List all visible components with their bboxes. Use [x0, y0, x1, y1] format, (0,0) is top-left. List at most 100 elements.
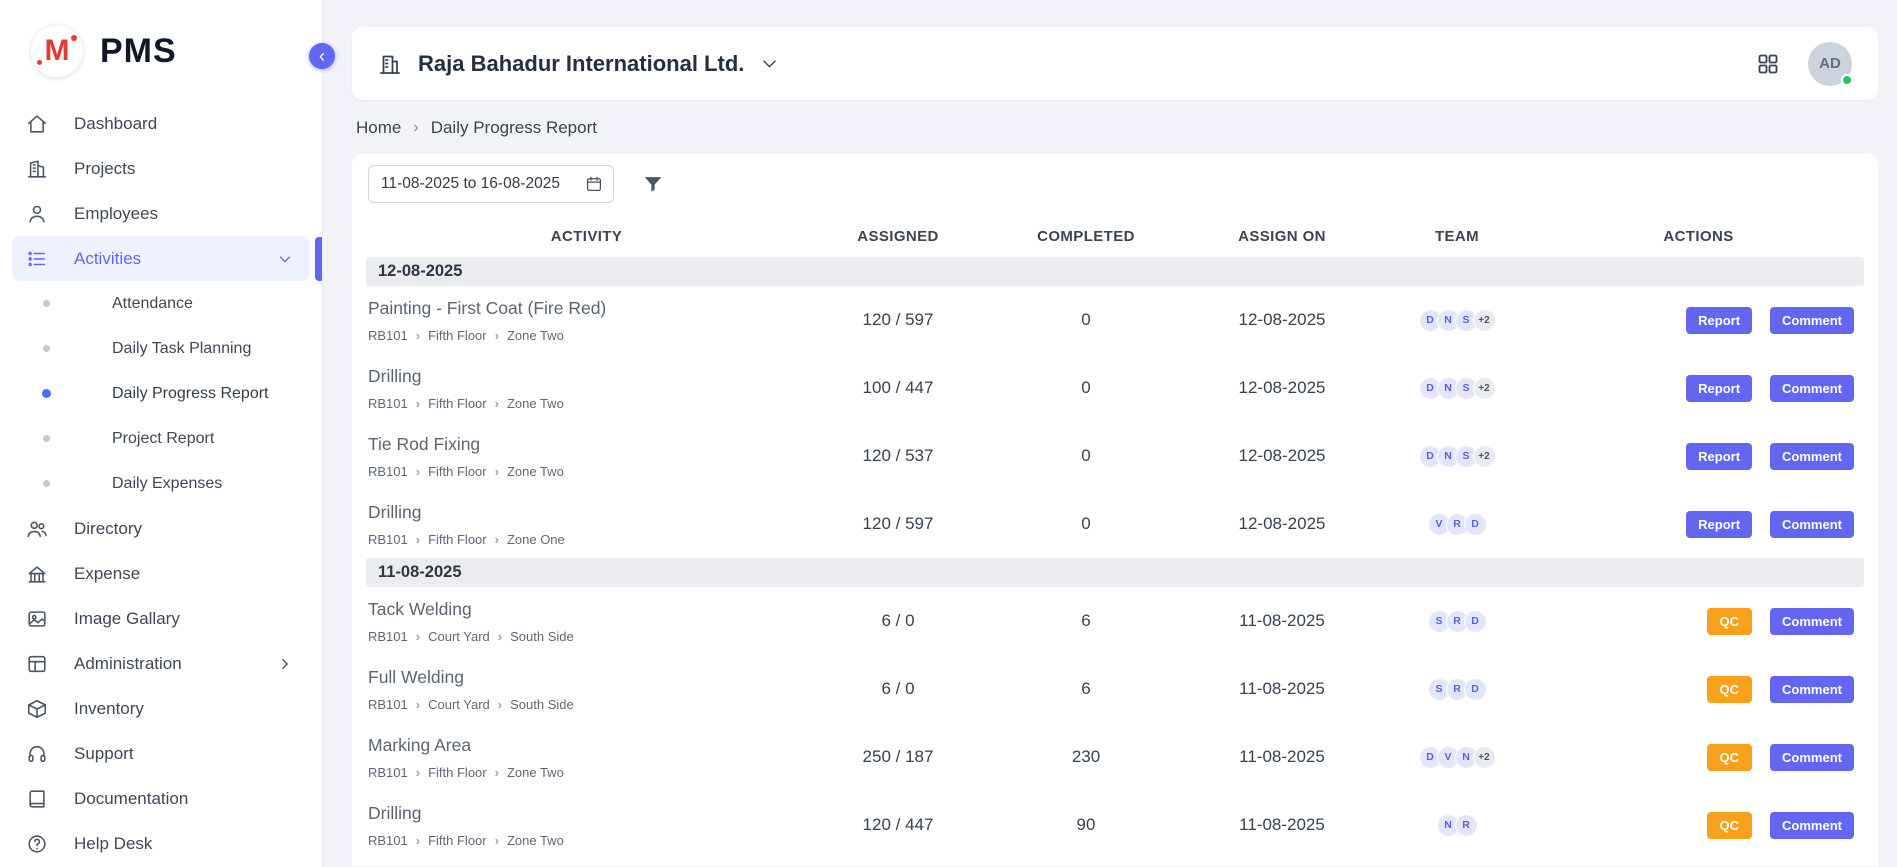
team-avatars: D V N +2 [1381, 746, 1533, 769]
date-group-header: 11-08-2025 [366, 558, 1864, 587]
company-selector[interactable]: Raja Bahadur International Ltd. [378, 51, 779, 77]
table-row: Drilling RB101› Fifth Floor› Zone Two 10… [366, 354, 1864, 422]
row-actions: QC Comment [1533, 608, 1864, 635]
sidebar-item-label: Inventory [74, 699, 144, 719]
path-separator-icon: › [416, 765, 420, 780]
sidebar-subitem-project-report[interactable]: Project Report [12, 416, 310, 461]
path-separator-icon: › [416, 396, 420, 411]
sidebar-item-expense[interactable]: Expense [12, 551, 310, 596]
comment-button[interactable]: Comment [1770, 676, 1854, 703]
sidebar-menu: Dashboard Projects Employees Activities … [0, 80, 322, 866]
completed-value: 0 [989, 514, 1183, 534]
topbar-actions: AD [1756, 42, 1852, 86]
main-content: Raja Bahadur International Ltd. AD Home … [324, 0, 1897, 866]
sidebar-item-projects[interactable]: Projects [12, 146, 310, 191]
sidebar-collapse-button[interactable]: ‹ [309, 43, 335, 69]
location-zone: South Side [510, 629, 574, 644]
comment-button[interactable]: Comment [1770, 812, 1854, 839]
comment-button[interactable]: Comment [1770, 608, 1854, 635]
filter-funnel-icon [642, 173, 664, 195]
sidebar-item-support[interactable]: Support [12, 731, 310, 776]
breadcrumb-current: Daily Progress Report [431, 118, 597, 138]
sidebar-subitem-daily-expenses[interactable]: Daily Expenses [12, 461, 310, 506]
completed-value: 6 [989, 611, 1183, 631]
report-button[interactable]: Report [1686, 307, 1752, 334]
support-headset-icon [26, 743, 48, 765]
comment-button[interactable]: Comment [1770, 511, 1854, 538]
assigned-value: 250 / 187 [807, 747, 989, 767]
apps-grid-icon[interactable] [1756, 52, 1780, 76]
image-icon [26, 608, 48, 630]
comment-button[interactable]: Comment [1770, 744, 1854, 771]
sidebar-subitem-label: Attendance [112, 295, 193, 313]
sidebar-item-label: Expense [74, 564, 140, 584]
sidebar-item-label: Directory [74, 519, 142, 539]
calendar-icon[interactable] [585, 175, 603, 193]
table-row: Tack Welding RB101› Court Yard› South Si… [366, 587, 1864, 655]
sidebar-subitem-daily-task-planning[interactable]: Daily Task Planning [12, 326, 310, 371]
top-header-bar: Raja Bahadur International Ltd. AD [352, 27, 1878, 100]
activity-cell: Marking Area RB101› Fifth Floor› Zone Tw… [366, 735, 807, 780]
qc-button[interactable]: QC [1707, 744, 1753, 771]
sidebar-item-help-desk[interactable]: Help Desk [12, 821, 310, 866]
location-zone: Zone Two [507, 464, 564, 479]
team-more-badge[interactable]: +2 [1473, 445, 1496, 468]
activity-name: Tack Welding [368, 599, 807, 620]
breadcrumb-home[interactable]: Home [356, 118, 401, 138]
team-more-badge[interactable]: +2 [1473, 377, 1496, 400]
sidebar-subitem-attendance[interactable]: Attendance [12, 281, 310, 326]
assign-on-date: 12-08-2025 [1183, 310, 1381, 330]
sidebar-item-administration[interactable]: Administration [12, 641, 310, 686]
path-separator-icon: › [498, 697, 502, 712]
report-button[interactable]: Report [1686, 511, 1752, 538]
sidebar-item-dashboard[interactable]: Dashboard [12, 101, 310, 146]
sidebar-subitem-daily-progress-report[interactable]: Daily Progress Report [12, 371, 310, 416]
qc-button[interactable]: QC [1707, 608, 1753, 635]
assigned-value: 120 / 537 [807, 446, 989, 466]
team-avatars: D N S +2 [1381, 377, 1533, 400]
qc-button[interactable]: QC [1707, 676, 1753, 703]
location-floor: Fifth Floor [428, 765, 487, 780]
row-actions: QC Comment [1533, 744, 1864, 771]
activity-name: Full Welding [368, 667, 807, 688]
sidebar-item-employees[interactable]: Employees [12, 191, 310, 236]
comment-button[interactable]: Comment [1770, 375, 1854, 402]
activity-cell: Painting - First Coat (Fire Red) RB101› … [366, 298, 807, 343]
chevron-down-icon [274, 250, 296, 268]
sidebar-item-documentation[interactable]: Documentation [12, 776, 310, 821]
sidebar-item-directory[interactable]: Directory [12, 506, 310, 551]
path-separator-icon: › [495, 532, 499, 547]
assigned-value: 100 / 447 [807, 378, 989, 398]
comment-button[interactable]: Comment [1770, 307, 1854, 334]
employees-icon [26, 203, 48, 225]
help-desk-question-icon [26, 833, 48, 855]
sidebar-item-activities[interactable]: Activities [12, 236, 310, 281]
comment-button[interactable]: Comment [1770, 443, 1854, 470]
report-button[interactable]: Report [1686, 443, 1752, 470]
row-actions: Report Comment [1533, 511, 1864, 538]
path-separator-icon: › [495, 396, 499, 411]
sidebar: M PMS Dashboard Projects Employees Activ… [0, 0, 323, 867]
location-zone: Zone Two [507, 328, 564, 343]
team-more-badge[interactable]: +2 [1473, 309, 1496, 332]
sidebar-item-label: Help Desk [74, 834, 152, 854]
bullet-dot-icon [43, 480, 50, 487]
sidebar-item-inventory[interactable]: Inventory [12, 686, 310, 731]
team-avatars: N R [1381, 814, 1533, 837]
location-floor: Fifth Floor [428, 396, 487, 411]
sidebar-subitem-label: Daily Task Planning [112, 340, 251, 358]
activity-location: RB101› Fifth Floor› Zone Two [368, 833, 807, 848]
qc-button[interactable]: QC [1707, 812, 1753, 839]
activities-list-icon [26, 248, 48, 270]
date-range-input[interactable]: 11-08-2025 to 16-08-2025 [368, 165, 614, 203]
activity-cell: Full Welding RB101› Court Yard› South Si… [366, 667, 807, 712]
row-actions: Report Comment [1533, 307, 1864, 334]
column-header-actions: ACTIONS [1533, 228, 1864, 245]
user-avatar[interactable]: AD [1808, 42, 1852, 86]
activity-location: RB101› Fifth Floor› Zone Two [368, 328, 807, 343]
sidebar-item-image-gallery[interactable]: Image Gallary [12, 596, 310, 641]
filter-button[interactable] [642, 173, 664, 195]
online-status-dot [1841, 74, 1853, 86]
report-button[interactable]: Report [1686, 375, 1752, 402]
team-more-badge[interactable]: +2 [1473, 746, 1496, 769]
